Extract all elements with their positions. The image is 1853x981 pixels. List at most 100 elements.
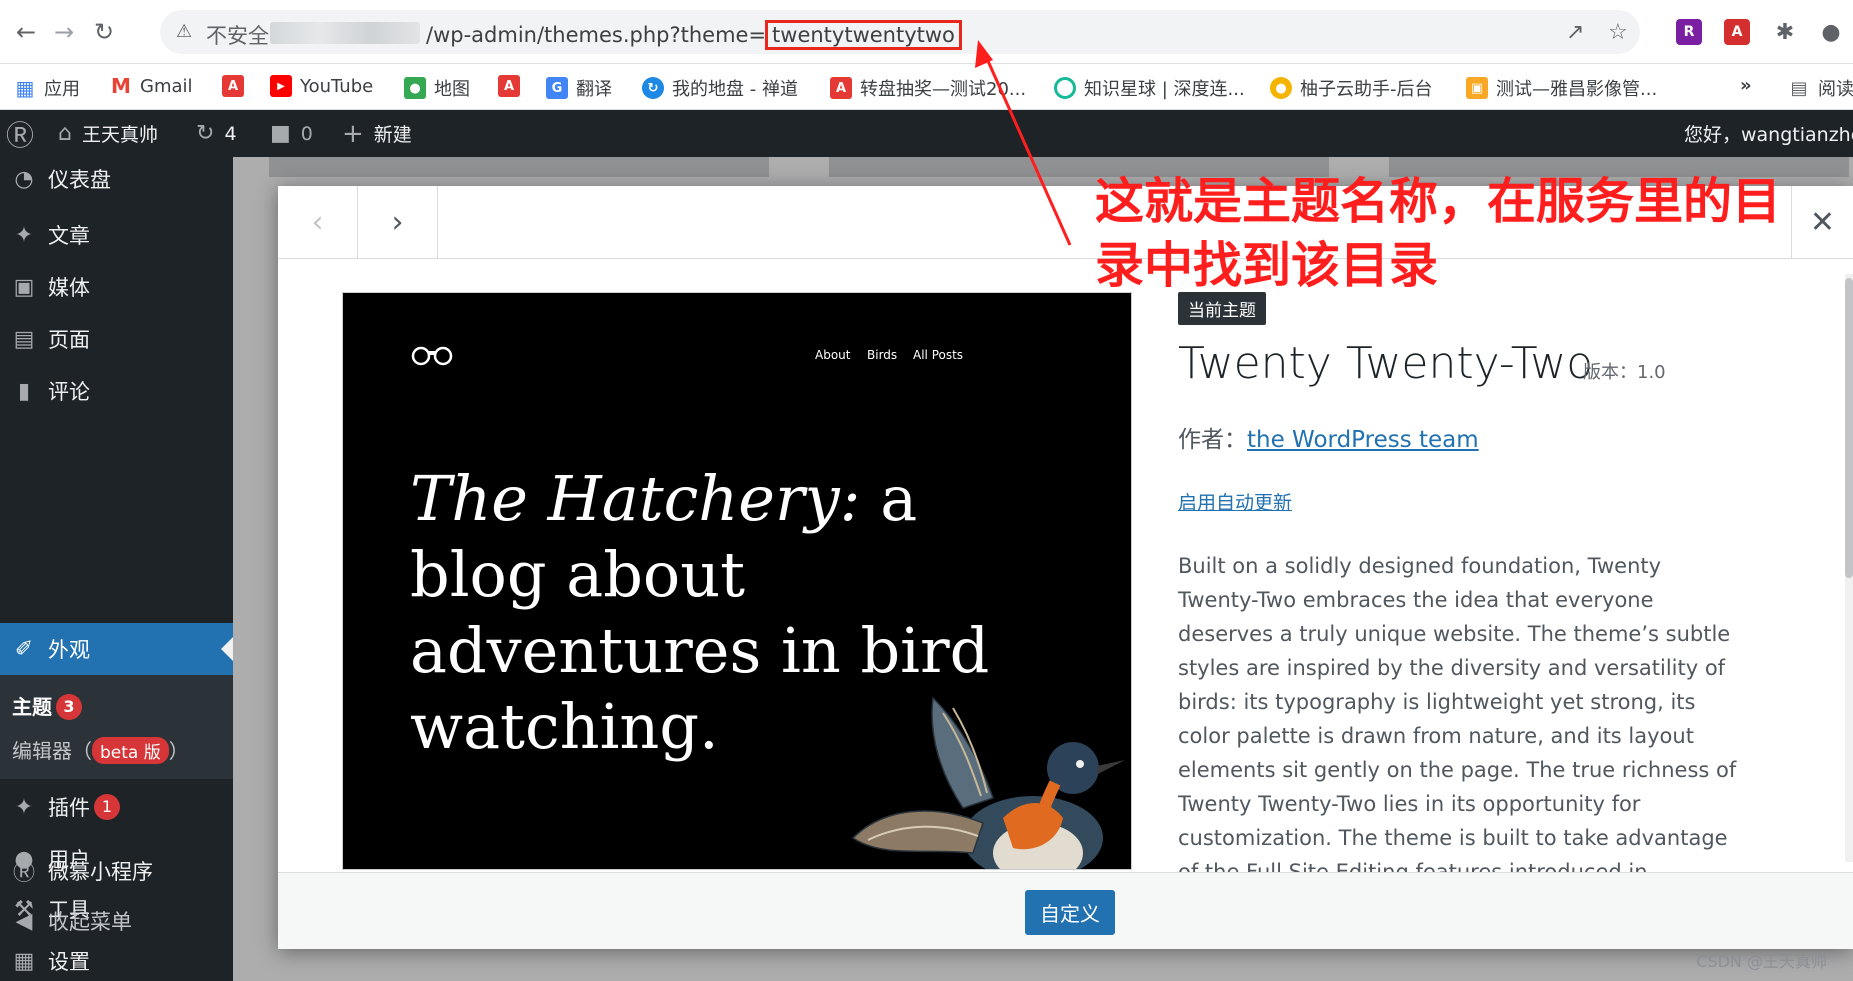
youzi-icon: ● (1270, 77, 1292, 99)
bookmark-label: 柚子云助手-后台 (1300, 79, 1433, 100)
plugins-icon: ✦ (14, 794, 34, 820)
bookmark-gmail[interactable]: M Gmail (110, 74, 192, 98)
address-bar[interactable]: ⚠ 不安全 /wp-admin/themes.php?theme= twentyt… (160, 10, 1640, 54)
modal-scrollbar-thumb[interactable] (1845, 278, 1853, 578)
bookmark-label: 地图 (434, 79, 470, 100)
plus-icon: + (342, 118, 364, 149)
menu-weimu[interactable]: Ⓡ 微慕小程序 (0, 845, 233, 897)
pages-icon: ▤ (13, 326, 35, 352)
close-icon: ✕ (1809, 205, 1836, 240)
menu-label: 微慕小程序 (48, 860, 153, 884)
url-path: /wp-admin/themes.php?theme= (426, 23, 767, 47)
bookmark-label: 阅读 (1818, 79, 1853, 100)
bookmark-lottery[interactable]: A 转盘抽奖—测试20... (830, 75, 1026, 101)
extensions-puzzle-icon[interactable]: ✱ (1772, 19, 1798, 45)
submenu-label: 编辑器（ (12, 739, 92, 763)
active-indicator (221, 637, 233, 661)
next-theme-button[interactable]: › (358, 186, 438, 259)
appearance-submenu: 主题 3 编辑器（ beta 版） (0, 675, 233, 779)
url-theme-highlight: twentytwentytwo (765, 20, 962, 50)
greeting: 您好，wangtianzhe (1684, 124, 1853, 146)
author-link[interactable]: the WordPress team (1247, 427, 1479, 453)
bookmark-youzi[interactable]: ● 柚子云助手-后台 (1270, 75, 1433, 101)
warning-icon: ⚠ (176, 21, 193, 42)
bookmark-acrobat-1[interactable]: A (222, 75, 252, 97)
menu-plugins[interactable]: ✦ 插件 1 (0, 781, 233, 833)
share-icon[interactable]: ↗ (1566, 20, 1584, 45)
submenu-editor[interactable]: 编辑器（ beta 版） (12, 735, 189, 764)
submenu-label-close: ） (168, 739, 189, 763)
menu-media[interactable]: ▣ 媒体 (0, 261, 233, 313)
bookmark-youtube[interactable]: ▶ YouTube (270, 75, 373, 97)
bookmarks-overflow-button[interactable]: » (1740, 75, 1752, 96)
menu-label: 收起菜单 (48, 910, 132, 934)
menu-label: 仪表盘 (48, 168, 111, 192)
new-content-link[interactable]: + 新建 (342, 110, 412, 157)
reload-icon[interactable]: ↻ (88, 16, 120, 48)
site-name: 王天真帅 (81, 124, 158, 146)
bookmark-yachang[interactable]: ▣ 测试—雅昌影像管... (1466, 75, 1657, 101)
insecure-label: 不安全 (206, 24, 269, 48)
theme-name: Twenty Twenty-Two (1178, 338, 1594, 389)
bookmark-label: YouTube (300, 75, 374, 97)
address-url: /wp-admin/themes.php?theme= twentytwentyt… (426, 20, 962, 50)
bookmark-zentao[interactable]: ↻ 我的地盘 - 禅道 (642, 75, 798, 101)
submenu-themes[interactable]: 主题 3 (12, 691, 82, 720)
extension-rp-icon[interactable]: R (1676, 19, 1702, 45)
customize-button[interactable]: 自定义 (1025, 890, 1115, 935)
preview-nav-birds: Birds (867, 348, 898, 362)
profile-icon[interactable]: ● (1818, 19, 1844, 45)
menu-posts[interactable]: ✦ 文章 (0, 209, 233, 261)
previous-theme-button[interactable]: ‹ (278, 186, 358, 259)
my-account-link[interactable]: 您好，wangtianzhe (1684, 110, 1853, 157)
submenu-label: 主题 (12, 695, 52, 719)
menu-label: 评论 (48, 380, 90, 404)
overflow-label: » (1740, 75, 1752, 96)
theme-description: Built on a solidly designed foundation, … (1178, 554, 1737, 884)
yachang-icon: ▣ (1466, 77, 1488, 99)
csdn-watermark: CSDN @王天真帅 (1696, 952, 1827, 971)
comments-link[interactable]: ■ 0 (270, 110, 313, 157)
appearance-icon: ✐ (14, 636, 34, 662)
bookmark-acrobat-2[interactable]: A (498, 75, 528, 97)
menu-label: 设置 (48, 950, 90, 974)
theme-author: 作者：the WordPress team (1178, 420, 1479, 454)
preview-nav-allposts: All Posts (913, 348, 964, 362)
bookmark-star-icon[interactable]: ☆ (1608, 20, 1628, 45)
bookmark-maps[interactable]: ● 地图 (404, 75, 470, 101)
extension-pdf-icon[interactable]: A (1724, 19, 1750, 45)
bookmark-label: 翻译 (576, 79, 612, 100)
chevron-right-icon: › (391, 205, 404, 240)
back-icon[interactable]: ← (10, 16, 42, 48)
wp-logo-button[interactable]: Ⓡ (6, 110, 44, 157)
bookmark-label: 我的地盘 - 禅道 (672, 79, 798, 100)
apps-icon: ▦ (15, 76, 35, 100)
enable-auto-update-link[interactable]: 启用自动更新 (1178, 488, 1292, 515)
menu-collapse[interactable]: ◀ 收起菜单 (0, 895, 233, 947)
modal-footer: 自定义 (278, 872, 1853, 949)
annotation-text: 这就是主题名称，在服务里的目录中找到该目录 (1095, 173, 1782, 294)
menu-dashboard[interactable]: ◔ 仪表盘 (0, 153, 233, 205)
menu-label: 插件 (48, 796, 90, 820)
forward-icon[interactable]: → (48, 16, 80, 48)
bookmark-zsxq[interactable]: 知识星球 | 深度连... (1054, 75, 1245, 101)
menu-label: 页面 (48, 328, 90, 352)
comments-icon: ▮ (17, 378, 31, 404)
close-modal-button[interactable]: ✕ (1791, 186, 1853, 259)
updates-link[interactable]: ↻ 4 (196, 110, 237, 157)
menu-appearance[interactable]: ✐ 外观 (0, 623, 233, 675)
bookmark-label: 应用 (44, 79, 80, 100)
plugins-update-badge: 1 (94, 794, 120, 820)
reading-list-button[interactable]: ▤ 阅读 (1788, 75, 1853, 101)
zentao-icon: ↻ (642, 77, 664, 99)
menu-pages[interactable]: ▤ 页面 (0, 313, 233, 365)
acrobat-icon: A (222, 75, 244, 97)
bookmark-translate[interactable]: G 翻译 (546, 75, 612, 101)
beta-badge: beta 版 (92, 737, 169, 764)
menu-label: 文章 (48, 224, 90, 248)
site-name-link[interactable]: ⌂ 王天真帅 (58, 110, 158, 157)
bird-illustration (851, 696, 1125, 869)
bookmark-apps[interactable]: ▦ 应用 (14, 75, 80, 101)
menu-comments[interactable]: ▮ 评论 (0, 365, 233, 417)
gmail-icon: M (111, 74, 131, 98)
